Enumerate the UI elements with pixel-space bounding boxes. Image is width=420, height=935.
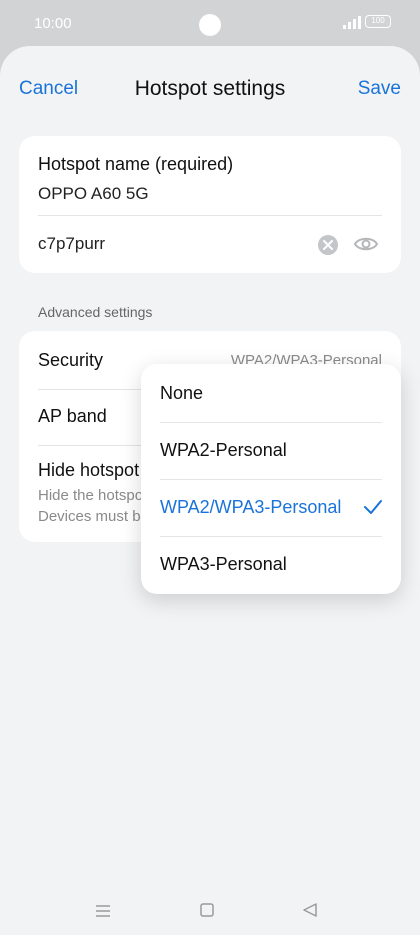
eye-icon[interactable] — [353, 233, 379, 255]
menu-icon[interactable] — [95, 904, 111, 918]
ap-band-label: AP band — [38, 406, 107, 426]
hide-hotspot-label: Hide hotspot — [38, 460, 140, 480]
option-label: None — [160, 383, 204, 403]
battery-icon: 100 — [365, 15, 391, 28]
security-label: Security — [38, 350, 104, 370]
signal-icon — [343, 16, 361, 29]
option-label: WPA3-Personal — [160, 554, 287, 574]
option-label: WPA2/WPA3-Personal — [160, 497, 342, 517]
status-bar: 10:00 100 — [0, 0, 420, 46]
hotspot-name-input[interactable]: OPPO A60 5G — [38, 184, 149, 204]
camera-cutout — [199, 14, 221, 36]
home-icon[interactable] — [200, 903, 214, 917]
hotspot-name-card: Hotspot name (required) OPPO A60 5G c7p7… — [19, 136, 401, 273]
save-button[interactable]: Save — [358, 78, 401, 100]
option-wpa3-personal[interactable]: WPA3-Personal — [141, 537, 401, 593]
screen: Cancel Hotspot settings Save Hotspot nam… — [0, 46, 420, 935]
option-label: WPA2-Personal — [160, 440, 287, 460]
password-input[interactable]: c7p7purr — [38, 234, 105, 254]
status-time: 10:00 — [34, 15, 72, 32]
divider — [38, 215, 382, 216]
navigation-bar — [0, 894, 420, 934]
section-label-advanced: Advanced settings — [38, 304, 153, 320]
hotspot-name-label: Hotspot name (required) — [38, 154, 234, 174]
option-none[interactable]: None — [141, 366, 401, 422]
checkmark-icon — [364, 500, 382, 514]
back-icon[interactable] — [302, 902, 318, 918]
option-wpa2-personal[interactable]: WPA2-Personal — [141, 423, 401, 479]
clear-circle-icon[interactable] — [317, 234, 339, 256]
top-bar: Cancel Hotspot settings Save — [0, 46, 420, 130]
option-wpa2-wpa3-personal[interactable]: WPA2/WPA3-Personal — [141, 480, 401, 536]
phone-frame: 10:00 100 Cancel Hotspot settings Save H… — [0, 0, 420, 935]
security-dropdown: None WPA2-Personal WPA2/WPA3-Personal WP… — [141, 364, 401, 594]
